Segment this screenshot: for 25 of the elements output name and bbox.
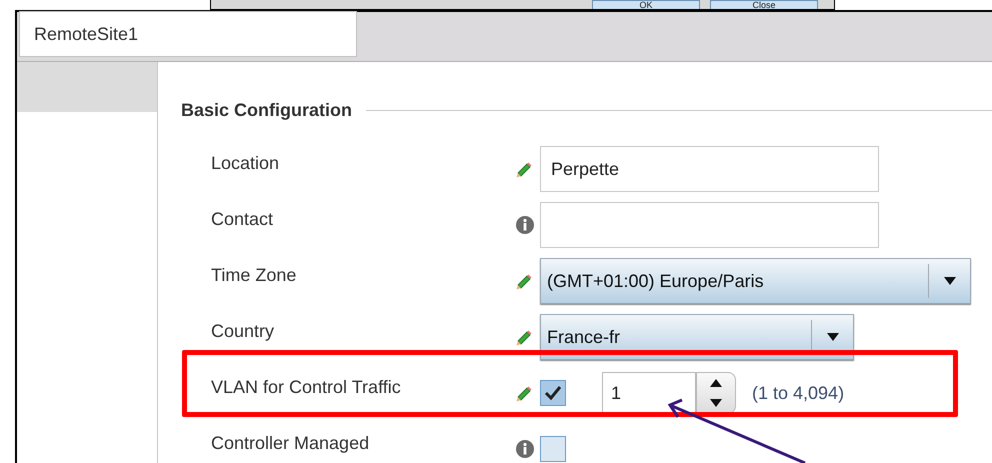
dropdown-value: (GMT+01:00) Europe/Paris — [546, 270, 765, 293]
field-label: Time Zone — [211, 264, 298, 286]
field-label: Location — [211, 152, 280, 174]
up-arrow-icon — [710, 379, 722, 387]
dropdown[interactable]: (GMT+01:00) Europe/Paris — [540, 258, 971, 304]
field-label: Controller Managed — [211, 432, 370, 455]
dialog-button[interactable]: Close — [710, 0, 818, 9]
dialog-button[interactable]: OK — [592, 0, 700, 9]
section-title: Basic Configuration — [181, 99, 352, 122]
number-field[interactable]: 1 — [602, 372, 696, 414]
text-field[interactable]: Perpette — [540, 146, 879, 192]
field-label: Contact — [211, 208, 274, 230]
caret-icon — [826, 333, 838, 341]
spinner-buttons[interactable] — [696, 372, 736, 414]
range-hint: (1 to 4,094) — [752, 382, 844, 405]
checkbox[interactable] — [540, 380, 566, 406]
dropdown-value: France-fr — [546, 326, 622, 348]
tab[interactable]: RemoteSite1 — [19, 11, 357, 57]
checkmark-icon — [544, 385, 562, 401]
caret-icon — [944, 277, 956, 285]
checkbox[interactable] — [540, 436, 566, 462]
down-arrow-icon — [710, 399, 722, 407]
field-label: Country — [211, 320, 276, 343]
field-label: VLAN for Control Traffic — [211, 376, 402, 398]
text-field[interactable] — [540, 202, 879, 248]
